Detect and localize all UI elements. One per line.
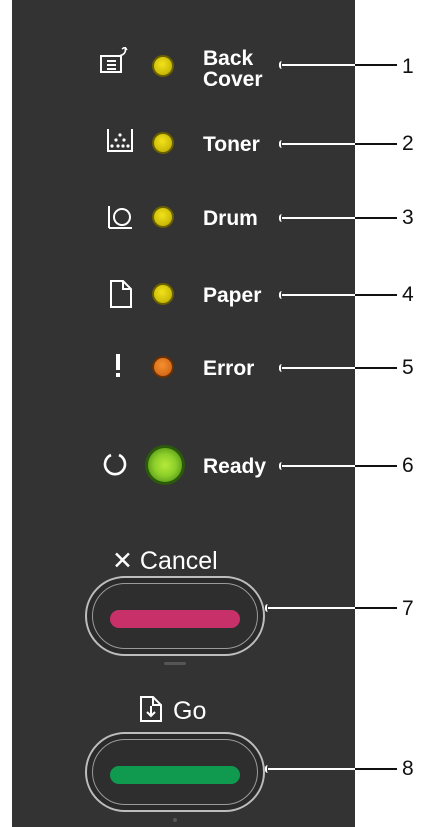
back-cover-led [152, 55, 174, 77]
paper-label: Paper [203, 284, 262, 307]
leader-line-1-out [355, 64, 397, 66]
callout-number-6: 6 [402, 454, 414, 477]
drum-icon [107, 205, 133, 234]
separator-notch [164, 662, 186, 665]
leader-line-3 [279, 214, 355, 222]
leader-line-7 [265, 604, 355, 612]
cancel-label: ✕ Cancel [112, 547, 218, 575]
ready-led [145, 445, 185, 485]
toner-icon [107, 128, 133, 157]
go-label: Go [173, 697, 207, 725]
leader-line-2 [279, 140, 355, 148]
paper-icon [110, 280, 132, 313]
bottom-dot [173, 818, 177, 822]
go-button[interactable] [85, 732, 265, 812]
go-button-bar [110, 766, 240, 784]
back-cover-label: Back Cover [203, 47, 263, 91]
leader-line-5 [279, 364, 355, 372]
close-icon: ✕ [112, 547, 133, 575]
callout-number-2: 2 [402, 132, 414, 155]
leader-line-4 [279, 291, 355, 299]
callout-number-5: 5 [402, 356, 414, 379]
document-download-icon [140, 696, 162, 727]
callout-number-8: 8 [402, 757, 414, 780]
leader-line-1 [279, 61, 355, 69]
callout-number-7: 7 [402, 597, 414, 620]
callout-number-3: 3 [402, 206, 414, 229]
leader-line-6 [279, 462, 355, 470]
leader-line-2-out [355, 143, 397, 145]
callout-number-4: 4 [402, 283, 414, 306]
leader-line-4-out [355, 294, 397, 296]
drum-label: Drum [203, 207, 258, 230]
exclamation-icon [113, 353, 123, 384]
leader-line-7-out [355, 607, 397, 609]
ready-label: Ready [203, 455, 267, 478]
cancel-button[interactable] [85, 576, 265, 656]
leader-line-8 [265, 765, 355, 773]
toner-led [152, 132, 174, 154]
drum-led [152, 206, 174, 228]
back-cover-icon [100, 46, 130, 80]
leader-line-6-out [355, 465, 397, 467]
cancel-button-bar [110, 610, 240, 628]
power-ring-icon [102, 452, 128, 483]
leader-line-3-out [355, 217, 397, 219]
error-led [152, 356, 174, 378]
leader-line-5-out [355, 367, 397, 369]
callout-number-1: 1 [402, 55, 414, 78]
toner-label: Toner [203, 133, 260, 156]
leader-line-8-out [355, 768, 397, 770]
paper-led [152, 283, 174, 305]
error-label: Error [203, 357, 255, 380]
